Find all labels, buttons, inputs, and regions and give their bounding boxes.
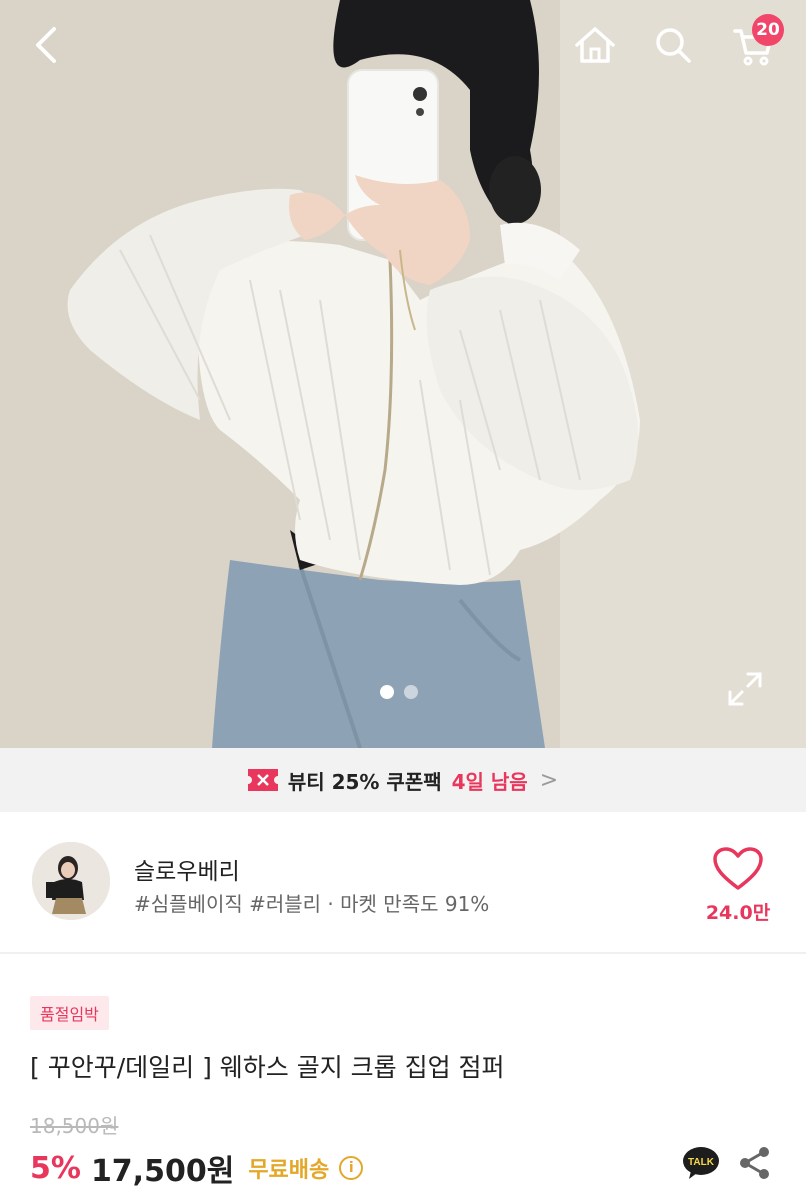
- expand-image-button[interactable]: [724, 668, 766, 710]
- svg-text:TALK: TALK: [688, 1157, 715, 1168]
- seller-tags: #심플베이직 #러블리 · 마켓 만족도 91%: [134, 892, 490, 916]
- info-icon[interactable]: i: [339, 1156, 364, 1180]
- cart-count-badge: 20: [752, 14, 784, 46]
- search-icon: [656, 28, 691, 63]
- coupon-days-left: 4일 남음: [451, 769, 528, 794]
- home-button[interactable]: [570, 20, 620, 70]
- talk-icon: TALK: [683, 1147, 719, 1179]
- chevron-right-icon: >: [539, 767, 559, 793]
- sale-price: 17,500원: [90, 1154, 235, 1189]
- coupon-banner[interactable]: 뷰티 25% 쿠폰팩 4일 남음 >: [0, 748, 806, 812]
- seller-name[interactable]: 슬로우베리: [134, 852, 240, 886]
- seller-avatar[interactable]: [32, 842, 110, 920]
- free-shipping-label: 무료배송: [248, 1158, 330, 1183]
- back-button[interactable]: [22, 20, 72, 70]
- seller-section: 슬로우베리 #심플베이직 #러블리 · 마켓 만족도 91% 24.0만: [0, 812, 806, 954]
- share-icon: [740, 1147, 769, 1179]
- coupon-label: 뷰티 25% 쿠폰팩: [287, 769, 442, 794]
- original-price: 18,500원: [30, 1114, 119, 1138]
- back-arrow-icon: [36, 27, 56, 63]
- seller-avatar-image: [32, 842, 110, 920]
- gallery-pagination: [380, 685, 418, 699]
- product-photo: [0, 0, 806, 748]
- product-image-gallery[interactable]: 20: [0, 0, 806, 748]
- search-button[interactable]: [648, 20, 698, 70]
- kakao-talk-button[interactable]: TALK: [682, 1146, 720, 1180]
- expand-icon: [728, 672, 762, 706]
- pagination-dot-active[interactable]: [380, 685, 394, 699]
- home-icon: [575, 27, 615, 63]
- price-row: 5% 17,500원 무료배송 i: [30, 1146, 364, 1190]
- share-button[interactable]: [738, 1146, 772, 1180]
- discount-rate: 5%: [30, 1150, 81, 1186]
- pagination-dot[interactable]: [404, 685, 418, 699]
- low-stock-badge: 품절임박: [30, 996, 109, 1030]
- coupon-icon: [247, 769, 278, 791]
- like-count: 24.0만: [705, 902, 771, 924]
- product-title: [ 꾸안꾸/데일리 ] 웨하스 골지 크롭 집업 점퍼: [30, 1053, 505, 1082]
- like-button[interactable]: 24.0만: [698, 846, 778, 926]
- heart-icon: [713, 847, 763, 890]
